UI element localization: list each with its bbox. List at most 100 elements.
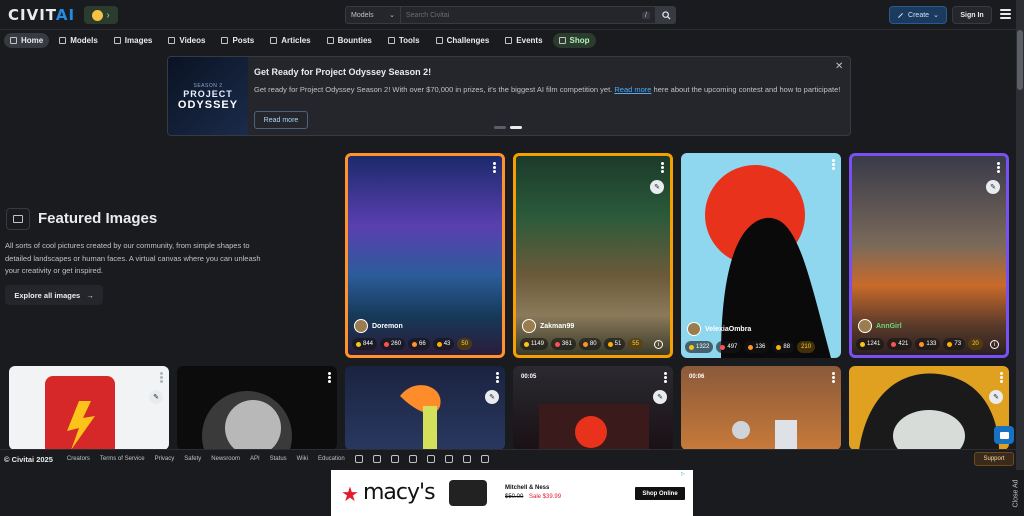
- youtube-icon[interactable]: [408, 455, 417, 463]
- card-user[interactable]: Doremon: [354, 319, 403, 333]
- more-options-icon[interactable]: [496, 372, 499, 383]
- search-type-select[interactable]: Models ⌄: [345, 6, 401, 24]
- nav-item-home[interactable]: Home: [4, 33, 50, 48]
- laugh-reaction[interactable]: 133: [915, 338, 941, 350]
- laugh-reaction[interactable]: 136: [744, 341, 770, 353]
- more-options-icon[interactable]: [832, 372, 835, 383]
- banner-thumbnail[interactable]: SEASON 2 PROJECT ODYSSEY: [168, 57, 248, 135]
- explore-all-images-button[interactable]: Explore all images →: [5, 285, 103, 305]
- card-user[interactable]: VelexiaOmbra: [687, 322, 751, 336]
- buzz-tip[interactable]: 50: [457, 338, 473, 350]
- ad-shop-online-button[interactable]: Shop Online: [635, 487, 685, 500]
- remix-icon[interactable]: ✎: [989, 390, 1003, 404]
- banner-inline-link[interactable]: Read more: [614, 85, 651, 94]
- nav-item-images[interactable]: Images: [108, 33, 159, 48]
- cry-reaction[interactable]: 51: [603, 338, 626, 350]
- cry-reaction[interactable]: 43: [432, 338, 455, 350]
- laugh-reaction[interactable]: 80: [578, 338, 601, 350]
- buzz-tip[interactable]: 20: [968, 338, 983, 350]
- more-options-icon[interactable]: [832, 159, 835, 170]
- cry-reaction[interactable]: 73: [943, 338, 966, 350]
- nav-item-bounties[interactable]: Bounties: [321, 33, 378, 48]
- footer-link-api[interactable]: API: [250, 456, 260, 462]
- footer-link-privacy[interactable]: Privacy: [155, 456, 175, 462]
- nav-item-challenges[interactable]: Challenges: [430, 33, 496, 48]
- civitai-logo[interactable]: CIVITAI: [8, 6, 75, 24]
- close-ad-button[interactable]: Close Ad: [1008, 470, 1024, 516]
- search-button[interactable]: [656, 6, 676, 24]
- like-reaction[interactable]: 1322: [685, 341, 714, 353]
- create-button[interactable]: Create ⌄: [889, 6, 947, 24]
- footer-link-creators[interactable]: Creators: [67, 456, 90, 462]
- image-card[interactable]: Doremon 844 260 66 43 50: [345, 153, 505, 358]
- more-options-icon[interactable]: [493, 162, 496, 173]
- page-scrollbar[interactable]: [1016, 0, 1024, 470]
- card-user[interactable]: AnnGirl: [858, 319, 902, 333]
- footer-link-status[interactable]: Status: [270, 456, 287, 462]
- github-icon[interactable]: [462, 455, 471, 463]
- x-icon[interactable]: [372, 455, 381, 463]
- reddit-icon[interactable]: [444, 455, 453, 463]
- heart-reaction[interactable]: 421: [887, 338, 913, 350]
- more-options-icon[interactable]: [997, 162, 1000, 173]
- nav-item-tools[interactable]: Tools: [382, 33, 426, 48]
- footer-link-terms[interactable]: Terms of Service: [100, 456, 145, 462]
- user-badge-button[interactable]: ›: [84, 6, 118, 24]
- card-user[interactable]: Zakman99: [522, 319, 574, 333]
- info-icon[interactable]: i: [654, 340, 663, 349]
- more-options-icon[interactable]: [661, 162, 664, 173]
- adchoices-icon[interactable]: ▷: [681, 471, 685, 477]
- more-options-icon[interactable]: [664, 372, 667, 383]
- discord-icon[interactable]: [354, 455, 363, 463]
- remix-icon[interactable]: ✎: [653, 390, 667, 404]
- banner-read-more-button[interactable]: Read more: [254, 111, 308, 129]
- footer-link-newsroom[interactable]: Newsroom: [211, 456, 240, 462]
- footer-link-education[interactable]: Education: [318, 456, 345, 462]
- twitch-icon[interactable]: [480, 455, 489, 463]
- image-card[interactable]: ✎: [345, 366, 505, 450]
- heart-reaction[interactable]: 497: [716, 341, 742, 353]
- advertisement[interactable]: ★ macy's Mitchell & Ness $50.00 Sale $39…: [331, 470, 693, 516]
- image-card[interactable]: ✎ Zakman99 1149 361 80 51 55 i: [513, 153, 673, 358]
- search-input[interactable]: Search Civitai /: [401, 6, 656, 24]
- remix-icon[interactable]: ✎: [485, 390, 499, 404]
- remix-icon[interactable]: ✎: [149, 390, 163, 404]
- heart-reaction[interactable]: 361: [550, 338, 576, 350]
- nav-item-articles[interactable]: Articles: [264, 33, 316, 48]
- banner-dot[interactable]: [494, 126, 506, 129]
- image-card[interactable]: [177, 366, 337, 450]
- heart-reaction[interactable]: 260: [380, 338, 406, 350]
- nav-item-models[interactable]: Models: [53, 33, 104, 48]
- tiktok-icon[interactable]: [426, 455, 435, 463]
- more-options-icon[interactable]: [160, 372, 163, 383]
- nav-item-posts[interactable]: Posts: [215, 33, 260, 48]
- nav-item-shop[interactable]: Shop: [552, 33, 596, 48]
- image-card[interactable]: ✎: [849, 366, 1009, 450]
- scrollbar-thumb[interactable]: [1017, 30, 1023, 90]
- banner-dot-active[interactable]: [510, 126, 522, 129]
- nav-item-videos[interactable]: Videos: [162, 33, 211, 48]
- laugh-reaction[interactable]: 66: [408, 338, 430, 350]
- instagram-icon[interactable]: [390, 455, 399, 463]
- like-reaction[interactable]: 844: [352, 338, 378, 350]
- more-options-icon[interactable]: [1000, 372, 1003, 383]
- image-card[interactable]: ✎: [9, 366, 169, 450]
- info-icon[interactable]: i: [990, 340, 999, 349]
- remix-icon[interactable]: ✎: [650, 180, 664, 194]
- video-card[interactable]: 00:05 ✎: [513, 366, 673, 450]
- signin-button[interactable]: Sign In: [952, 6, 992, 24]
- support-button[interactable]: Support: [974, 452, 1014, 466]
- close-icon[interactable]: ✕: [835, 61, 843, 72]
- like-reaction[interactable]: 1241: [856, 338, 885, 350]
- video-card[interactable]: 00:06: [681, 366, 841, 450]
- footer-link-wiki[interactable]: Wiki: [297, 456, 308, 462]
- cry-reaction[interactable]: 88: [772, 341, 795, 353]
- more-options-icon[interactable]: [328, 372, 331, 383]
- footer-link-safety[interactable]: Safety: [184, 456, 201, 462]
- image-card[interactable]: ✎ AnnGirl 1241 421 133 73 20 i: [849, 153, 1009, 358]
- buzz-tip[interactable]: 55: [628, 338, 643, 350]
- buzz-tip[interactable]: 210: [797, 341, 816, 353]
- nav-item-events[interactable]: Events: [499, 33, 548, 48]
- like-reaction[interactable]: 1149: [520, 338, 548, 350]
- menu-icon[interactable]: [1000, 9, 1011, 19]
